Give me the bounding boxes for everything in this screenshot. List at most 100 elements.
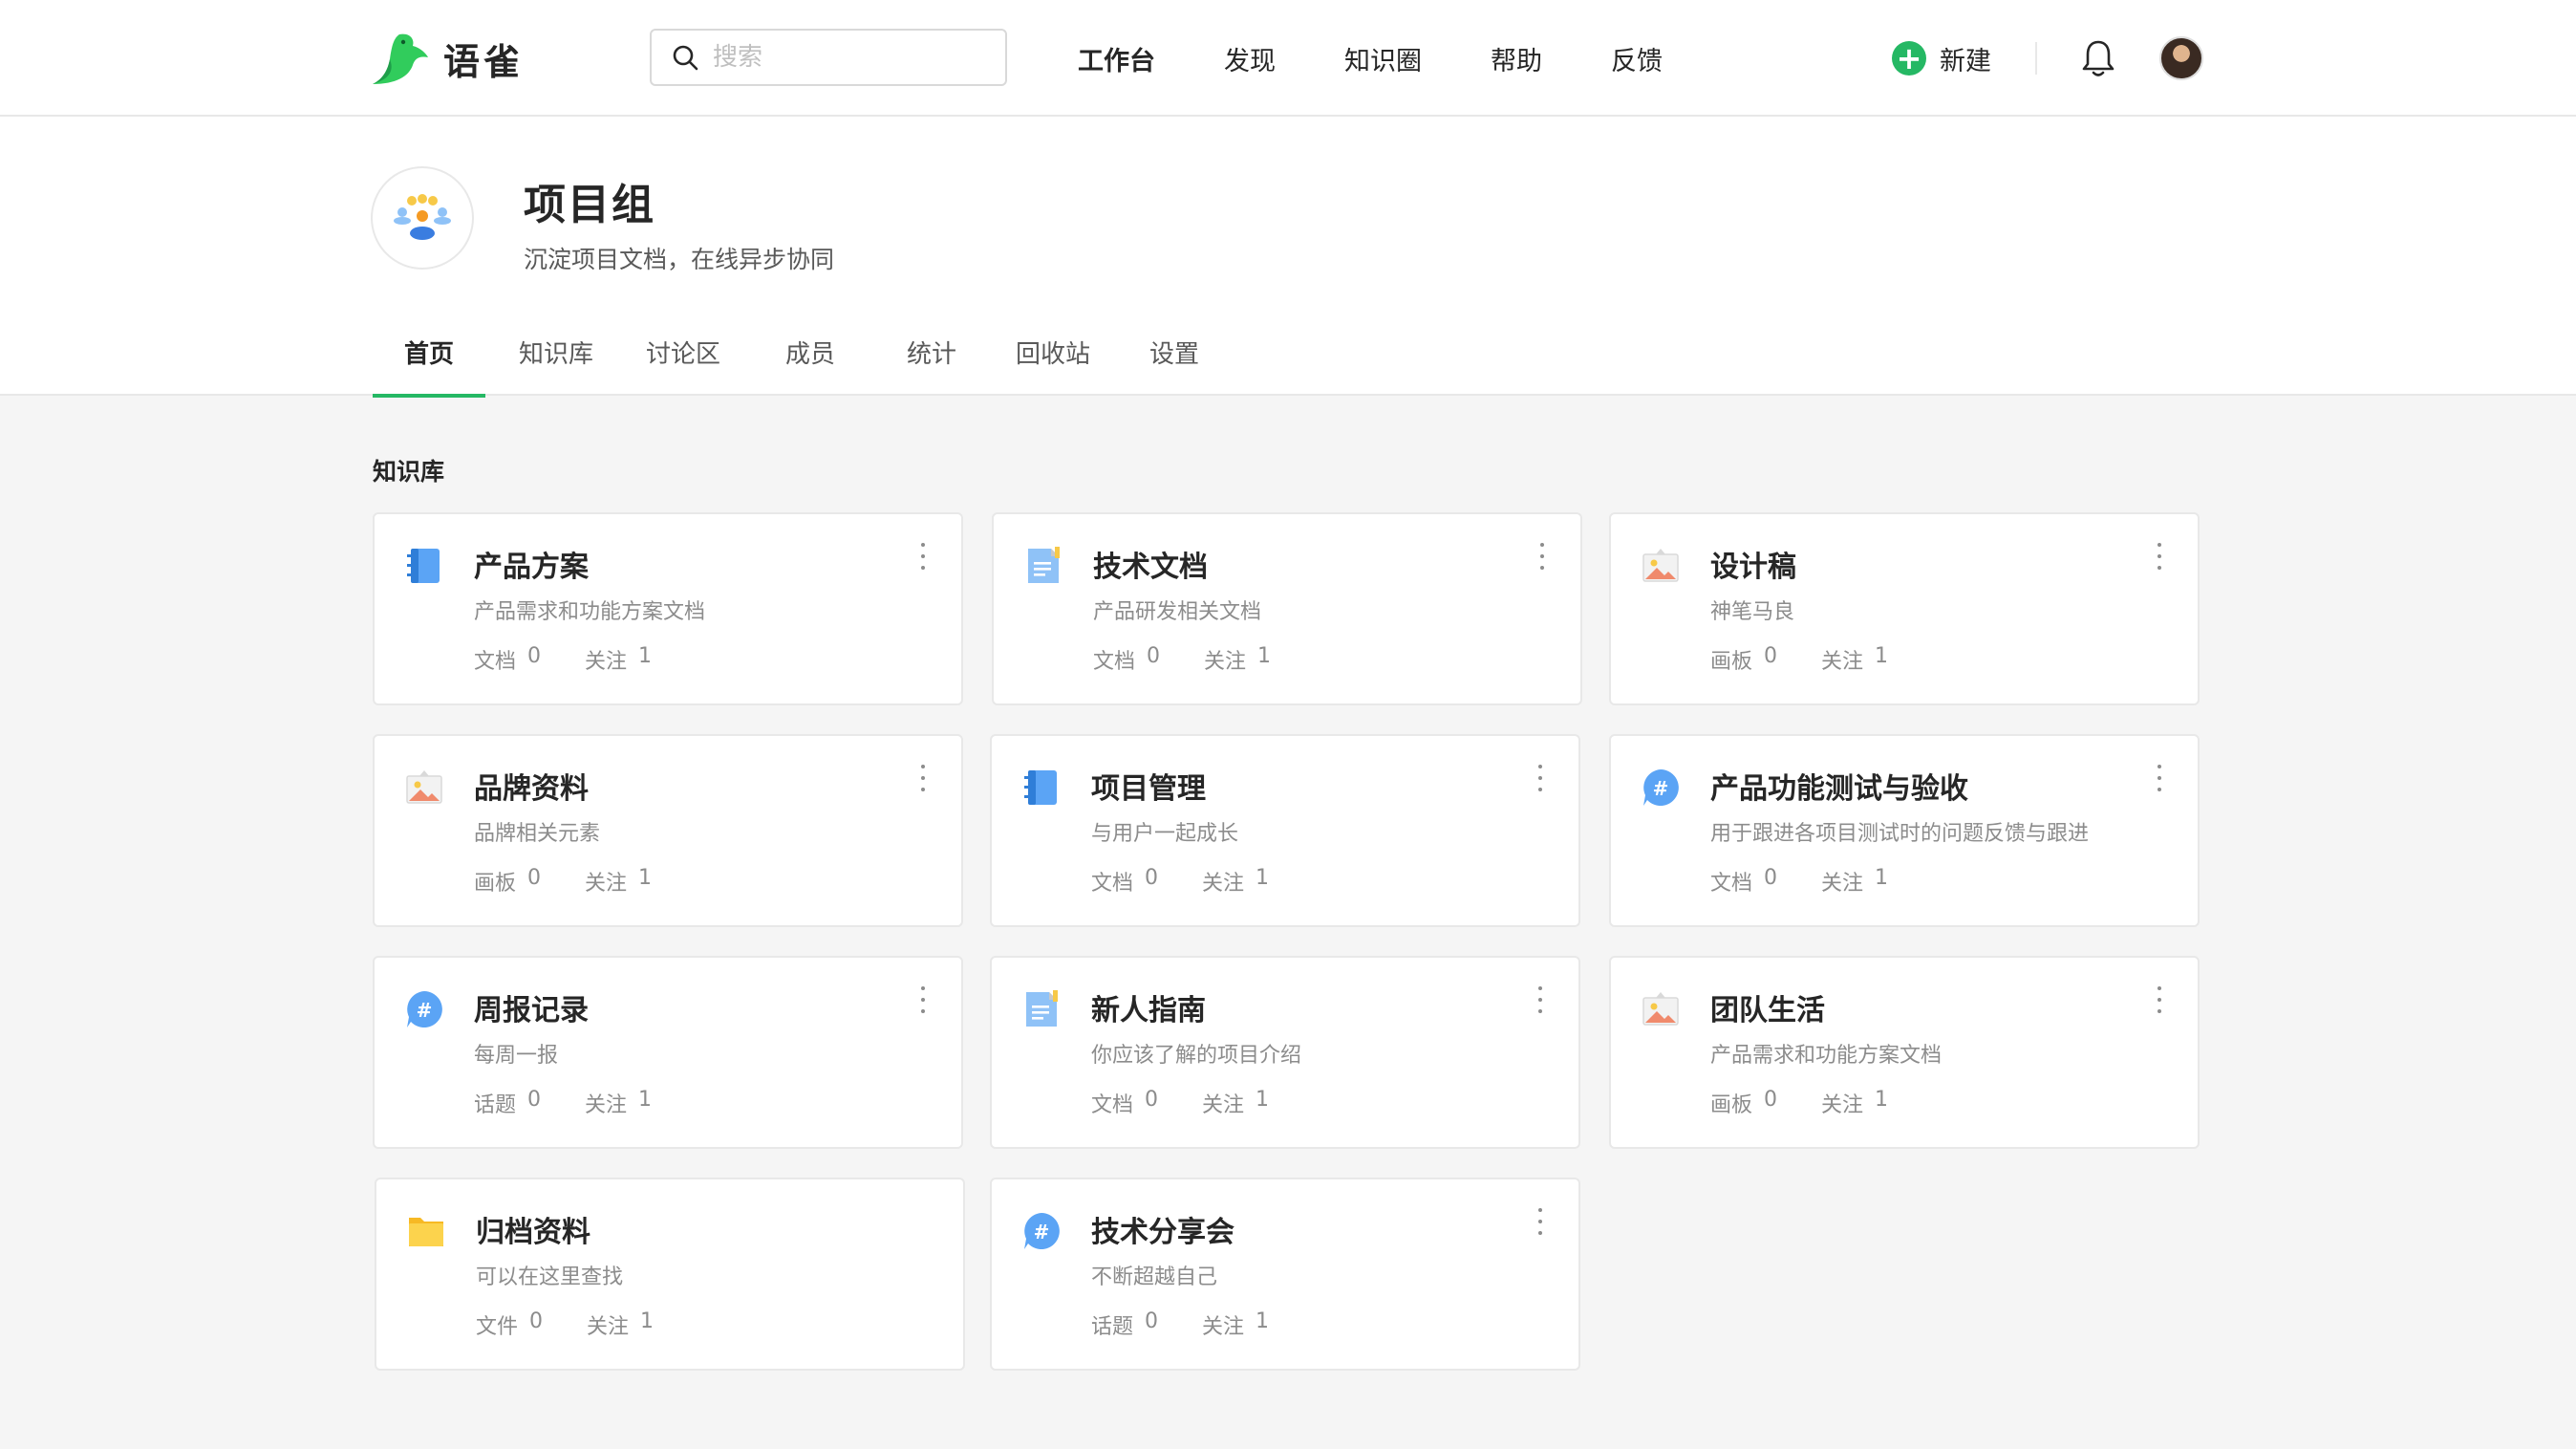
repo-card[interactable]: 设计稿 神笔马良 画板 0 关注 1 <box>1609 512 2200 705</box>
repo-description: 可以在这里查找 <box>476 1265 624 1289</box>
stat-label: 关注 <box>1821 872 1864 896</box>
app-logo[interactable]: 语雀 <box>371 29 524 88</box>
repo-stats: 文档 0 关注 1 <box>1710 866 1888 897</box>
more-menu-icon[interactable] <box>2150 986 2169 1013</box>
more-menu-icon[interactable] <box>913 986 933 1013</box>
stat-label: 画板 <box>1710 1093 1753 1117</box>
more-menu-icon[interactable] <box>1531 765 1550 791</box>
repo-description: 用于跟进各项目测试时的问题反馈与跟进 <box>1710 822 2090 846</box>
stat-label: 文档 <box>1093 650 1136 674</box>
more-menu-icon[interactable] <box>1531 1208 1550 1235</box>
new-button[interactable]: + 新建 <box>1892 38 1991 78</box>
tab-recycle-bin[interactable]: 回收站 <box>982 319 1124 396</box>
stat-value: 0 <box>1764 644 1778 668</box>
repo-card[interactable]: # 技术分享会 不断超越自己 话题 0 关注 1 <box>990 1178 1580 1371</box>
plus-circle-icon: + <box>1892 41 1926 76</box>
repo-title[interactable]: 品牌资料 <box>474 765 589 807</box>
repo-description: 你应该了解的项目介绍 <box>1091 1044 1302 1068</box>
more-menu-icon[interactable] <box>1533 543 1552 570</box>
repo-title[interactable]: 新人指南 <box>1091 986 1206 1028</box>
repo-card[interactable]: # 产品功能测试与验收 用于跟进各项目测试时的问题反馈与跟进 文档 0 关注 1 <box>1609 734 2200 927</box>
group-header: 项目组 沉淀项目文档，在线异步协同 首页 知识库 讨论区 成员 统计 回收站 设… <box>0 117 2576 398</box>
search-icon <box>673 45 698 71</box>
svg-text:#: # <box>1653 777 1669 800</box>
svg-text:#: # <box>417 999 433 1022</box>
repo-title[interactable]: 团队生活 <box>1710 986 1825 1028</box>
stat-value: 1 <box>1875 1088 1889 1112</box>
stat-value: 0 <box>1147 644 1161 668</box>
repo-title[interactable]: 周报记录 <box>474 986 589 1028</box>
repo-card[interactable]: 项目管理 与用户一起成长 文档 0 关注 1 <box>990 734 1580 927</box>
book-icon <box>407 549 440 583</box>
tab-settings[interactable]: 设置 <box>1124 319 1225 396</box>
repo-title[interactable]: 技术文档 <box>1093 543 1208 585</box>
repo-title[interactable]: 归档资料 <box>476 1208 590 1250</box>
stat-value: 0 <box>527 866 542 890</box>
repo-stats: 画板 0 关注 1 <box>1710 644 1888 675</box>
stat-value: 1 <box>638 1088 653 1112</box>
book-icon <box>1024 770 1057 805</box>
more-menu-icon[interactable] <box>2150 765 2169 791</box>
group-title: 项目组 <box>524 181 655 229</box>
search-box[interactable] <box>650 29 1007 86</box>
tab-home[interactable]: 首页 <box>373 319 485 398</box>
stat-label: 关注 <box>1821 650 1864 674</box>
more-menu-icon[interactable] <box>913 765 933 791</box>
repo-description: 不断超越自己 <box>1091 1265 1218 1289</box>
stat-value: 0 <box>1145 1088 1159 1112</box>
repo-title[interactable]: 产品功能测试与验收 <box>1710 765 1968 807</box>
search-input[interactable] <box>713 43 990 72</box>
topic-icon: # <box>1643 769 1679 806</box>
stat-value: 1 <box>1256 1088 1270 1112</box>
repo-card[interactable]: 产品方案 产品需求和功能方案文档 文档 0 关注 1 <box>373 512 963 705</box>
stat-value: 0 <box>527 1088 542 1112</box>
artboard-icon <box>1642 549 1679 582</box>
repo-stats: 画板 0 关注 1 <box>1710 1088 1888 1118</box>
repo-card[interactable]: 品牌资料 品牌相关元素 画板 0 关注 1 <box>373 734 963 927</box>
tab-members[interactable]: 成员 <box>740 319 881 396</box>
repo-title[interactable]: 产品方案 <box>474 543 589 585</box>
more-menu-icon[interactable] <box>913 543 933 570</box>
stat-label: 关注 <box>1821 1093 1864 1117</box>
repo-card[interactable]: 技术文档 产品研发相关文档 文档 0 关注 1 <box>992 512 1582 705</box>
nav-feedback[interactable]: 反馈 <box>1611 40 1663 77</box>
repo-title[interactable]: 项目管理 <box>1091 765 1206 807</box>
tab-statistics[interactable]: 统计 <box>881 319 982 396</box>
repo-card[interactable]: 团队生活 产品需求和功能方案文档 画板 0 关注 1 <box>1609 956 2200 1149</box>
top-navigation-bar: 语雀 工作台 发现 知识圈 帮助 反馈 + 新建 <box>0 0 2576 117</box>
user-avatar[interactable] <box>2159 36 2203 80</box>
section-title: 知识库 <box>373 458 445 486</box>
nav-help[interactable]: 帮助 <box>1491 40 1542 77</box>
stat-value: 0 <box>1764 1088 1778 1112</box>
tab-discussion[interactable]: 讨论区 <box>627 319 740 396</box>
stat-value: 1 <box>1875 644 1889 668</box>
group-avatar <box>371 166 474 270</box>
repo-stats: 文件 0 关注 1 <box>476 1309 654 1340</box>
repo-stats: 文档 0 关注 1 <box>474 644 652 675</box>
more-menu-icon[interactable] <box>1531 986 1550 1013</box>
repo-card[interactable]: 归档资料 可以在这里查找 文件 0 关注 1 <box>375 1178 965 1371</box>
stat-label: 话题 <box>1091 1315 1134 1339</box>
tab-knowledge-base[interactable]: 知识库 <box>485 319 627 396</box>
nav-knowledge-circle[interactable]: 知识圈 <box>1344 40 1422 77</box>
stat-label: 文件 <box>476 1315 519 1339</box>
stat-value: 0 <box>529 1309 544 1333</box>
repo-card[interactable]: # 周报记录 每周一报 话题 0 关注 1 <box>373 956 963 1149</box>
nav-workbench[interactable]: 工作台 <box>1078 40 1155 77</box>
stat-label: 关注 <box>1202 872 1245 896</box>
stat-label: 文档 <box>1091 1093 1134 1117</box>
stat-value: 1 <box>1256 1309 1270 1333</box>
more-menu-icon[interactable] <box>2150 543 2169 570</box>
artboard-icon <box>1642 992 1679 1026</box>
repo-title[interactable]: 技术分享会 <box>1091 1208 1234 1250</box>
repo-description: 品牌相关元素 <box>474 822 601 846</box>
stat-label: 文档 <box>1710 872 1753 896</box>
repo-description: 每周一报 <box>474 1044 559 1068</box>
stat-label: 关注 <box>585 650 628 674</box>
repo-card[interactable]: 新人指南 你应该了解的项目介绍 文档 0 关注 1 <box>990 956 1580 1149</box>
bell-icon[interactable] <box>2081 38 2115 78</box>
app-name: 语雀 <box>443 40 525 83</box>
nav-discover[interactable]: 发现 <box>1224 40 1276 77</box>
new-button-label: 新建 <box>1940 46 1991 76</box>
repo-title[interactable]: 设计稿 <box>1710 543 1796 585</box>
